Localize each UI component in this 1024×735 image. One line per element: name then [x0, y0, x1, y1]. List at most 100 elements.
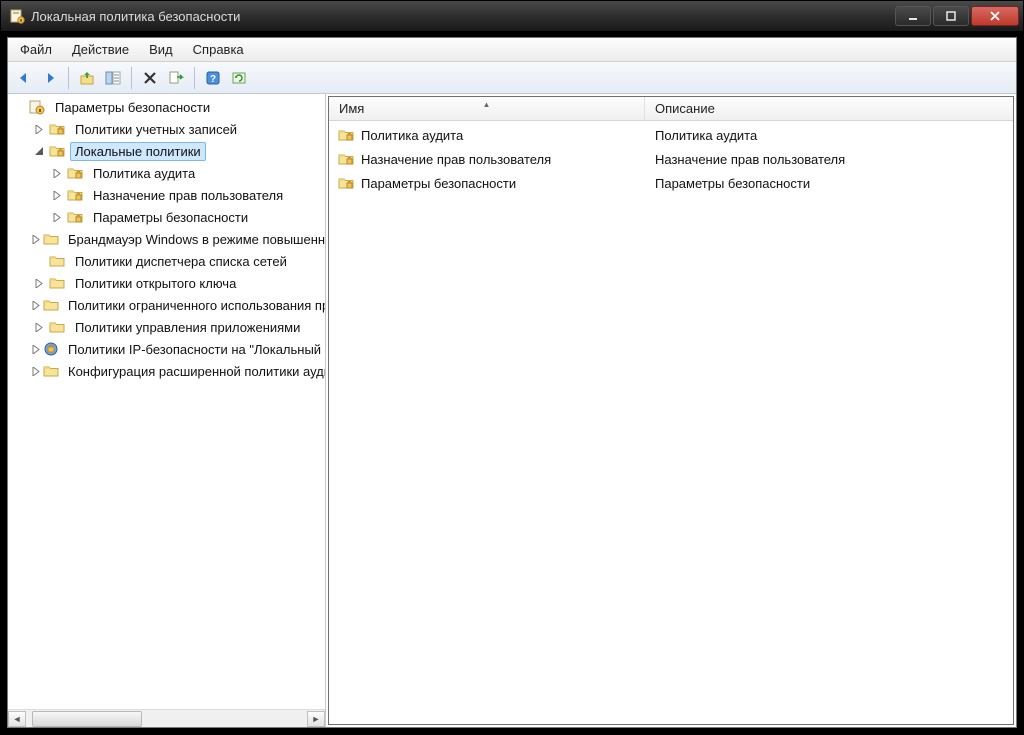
folder-lock-icon	[66, 165, 84, 181]
menu-file[interactable]: Файл	[10, 38, 62, 61]
scroll-right-button[interactable]: ►	[307, 711, 325, 727]
folder-lock-icon	[337, 175, 355, 191]
delete-button[interactable]	[138, 66, 162, 90]
menu-view[interactable]: Вид	[139, 38, 183, 61]
tree-root-label: Параметры безопасности	[55, 100, 210, 115]
row-name-label: Назначение прав пользователя	[361, 152, 551, 167]
list-row[interactable]: Политика аудита Политика аудита	[329, 123, 1013, 147]
list-row[interactable]: Параметры безопасностиПараметры безопасн…	[329, 171, 1013, 195]
expand-icon[interactable]	[32, 276, 46, 290]
nav-back-button[interactable]	[12, 66, 36, 90]
window-frame: Локальная политика безопасности Файл Дей…	[0, 0, 1024, 735]
column-description[interactable]: Описание	[645, 97, 1013, 120]
tree-node-label: Политики диспетчера списка сетей	[75, 254, 287, 269]
expand-icon[interactable]	[32, 122, 46, 136]
tree-node[interactable]: Политики ограниченного использования про…	[10, 294, 325, 316]
tree-node[interactable]: Брандмауэр Windows в режиме повышенной б…	[10, 228, 325, 250]
expand-icon[interactable]	[32, 232, 41, 246]
folder-lock-icon	[337, 127, 355, 143]
cell-name: Политика аудита	[329, 127, 645, 143]
close-button[interactable]	[971, 6, 1019, 26]
menu-action[interactable]: Действие	[62, 38, 139, 61]
expand-icon[interactable]	[50, 188, 64, 202]
scroll-track[interactable]	[26, 711, 307, 727]
minimize-button[interactable]	[895, 6, 931, 26]
tree-node-label: Политики учетных записей	[75, 122, 237, 137]
expand-icon[interactable]	[50, 166, 64, 180]
show-hide-console-tree-button[interactable]	[101, 66, 125, 90]
tree-root[interactable]: ▶ Параметры безопасности	[10, 96, 325, 118]
folder-lock-icon	[48, 121, 66, 137]
folder-icon	[43, 297, 59, 313]
scroll-thumb[interactable]	[32, 711, 142, 727]
tree-node-label: Конфигурация расширенной политики аудита	[68, 364, 325, 379]
column-description-label: Описание	[655, 101, 715, 116]
expand-icon[interactable]	[32, 298, 41, 312]
maximize-button[interactable]	[933, 6, 969, 26]
tree-node[interactable]: Политики учетных записей	[10, 118, 325, 140]
row-name-label: Параметры безопасности	[361, 176, 516, 191]
list-body[interactable]: Политика аудита Политика аудита Назначение…	[329, 121, 1013, 724]
expand-icon[interactable]	[32, 342, 41, 356]
tree-node[interactable]: Политики управления приложениями	[10, 316, 325, 338]
list-pane: Имя ▲ Описание Политика аудитаПолитика а…	[329, 97, 1013, 724]
cell-name: Назначение прав пользователя	[329, 151, 645, 167]
tree-node-label: Политика аудита	[93, 166, 195, 181]
up-one-level-button[interactable]	[75, 66, 99, 90]
expand-icon[interactable]	[50, 210, 64, 224]
folder-icon	[48, 319, 66, 335]
tree-node-label: Политики управления приложениями	[75, 320, 300, 335]
tree-node[interactable]: Политики открытого ключа	[10, 272, 325, 294]
list-header: Имя ▲ Описание	[329, 97, 1013, 121]
tree-node-label: Локальные политики	[75, 144, 201, 159]
tree-node[interactable]: Политики IP-безопасности на "Локальный к…	[10, 338, 325, 360]
folder-icon	[43, 363, 59, 379]
menu-help[interactable]: Справка	[183, 38, 254, 61]
folder-lock-icon	[48, 143, 66, 159]
tree-node[interactable]: Локальные политики	[10, 140, 325, 162]
titlebar[interactable]: Локальная политика безопасности	[1, 1, 1023, 31]
content-area: ▶ Параметры безопасности Политики учетны…	[8, 94, 1016, 727]
cell-name: Параметры безопасности	[329, 175, 645, 191]
folder-lock-icon	[337, 151, 355, 167]
expand-icon[interactable]	[32, 320, 46, 334]
tree-node[interactable]: Политики диспетчера списка сетей	[10, 250, 325, 272]
tree-node[interactable]: Конфигурация расширенной политики аудита	[10, 360, 325, 382]
menubar: Файл Действие Вид Справка	[8, 38, 1016, 62]
nav-forward-button[interactable]	[38, 66, 62, 90]
tree-node-label: Политики ограниченного использования про…	[68, 298, 325, 313]
cell-description: Назначение прав пользователя	[645, 152, 1013, 167]
column-name-label: Имя	[339, 101, 364, 116]
export-list-button[interactable]	[164, 66, 188, 90]
tree-node[interactable]: Политика аудита	[10, 162, 325, 184]
expand-icon[interactable]	[32, 364, 41, 378]
folder-icon	[48, 253, 66, 269]
row-name-label: Политика аудита	[361, 128, 463, 143]
tree-node-label: Политики открытого ключа	[75, 276, 236, 291]
client-area: Файл Действие Вид Справка	[7, 37, 1017, 728]
toolbar: ?	[8, 62, 1016, 94]
folder-icon	[48, 275, 66, 291]
column-name[interactable]: Имя ▲	[329, 97, 645, 120]
window-title: Локальная политика безопасности	[31, 9, 895, 24]
tree-node[interactable]: Параметры безопасности	[10, 206, 325, 228]
collapse-icon[interactable]	[32, 144, 46, 158]
tree-node-label: Политики IP-безопасности на "Локальный к…	[68, 342, 325, 357]
security-root-icon	[28, 99, 46, 115]
toolbar-separator	[68, 67, 69, 89]
refresh-button[interactable]	[227, 66, 251, 90]
scroll-left-button[interactable]: ◄	[8, 711, 26, 727]
cell-description: Политика аудита	[645, 128, 1013, 143]
toolbar-separator	[194, 67, 195, 89]
folder-icon	[43, 231, 59, 247]
folder-lock-icon	[66, 187, 84, 203]
tree-node-label: Параметры безопасности	[93, 210, 248, 225]
help-button[interactable]: ?	[201, 66, 225, 90]
tree-view[interactable]: ▶ Параметры безопасности Политики учетны…	[8, 94, 325, 709]
tree-node[interactable]: Назначение прав пользователя	[10, 184, 325, 206]
ipsec-icon	[43, 341, 59, 357]
toolbar-separator	[131, 67, 132, 89]
sort-ascending-icon: ▲	[483, 100, 491, 109]
horizontal-scrollbar[interactable]: ◄ ►	[8, 709, 325, 727]
list-row[interactable]: Назначение прав пользователя Назначение п…	[329, 147, 1013, 171]
